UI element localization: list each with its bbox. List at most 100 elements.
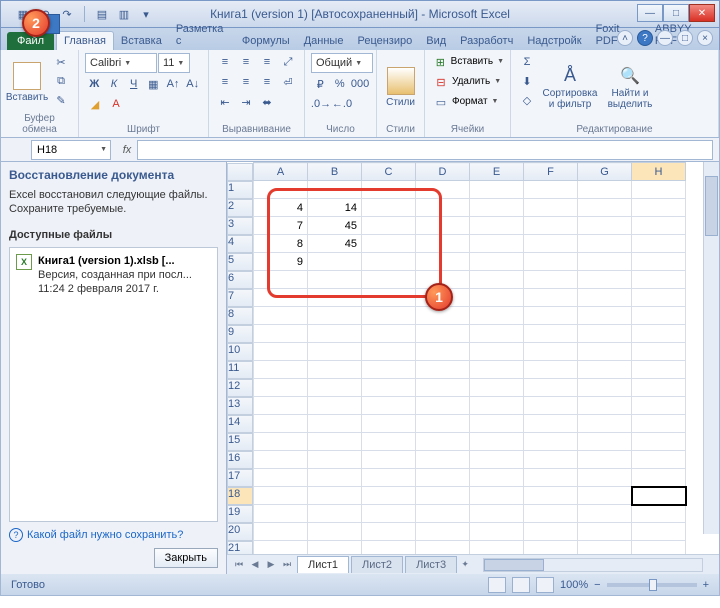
tab-developer[interactable]: Разработч	[453, 32, 520, 50]
group-editing-label: Редактирование	[517, 122, 712, 135]
format-painter-icon[interactable]: ✎	[51, 91, 71, 109]
autosum-icon[interactable]: Σ	[517, 53, 537, 71]
zoom-slider[interactable]	[607, 583, 697, 587]
recovery-message: Excel восстановил следующие файлы.Сохран…	[9, 188, 218, 217]
percent-icon[interactable]: %	[331, 75, 350, 93]
find-select-button[interactable]: 🔍 Найти и выделить	[603, 53, 657, 122]
cell-styles-button[interactable]: Стили	[383, 53, 418, 122]
font-color-icon[interactable]: A	[106, 95, 126, 113]
styles-label: Стили	[386, 97, 415, 108]
font-name-selector[interactable]: Calibri▼	[85, 53, 157, 73]
formula-bar-input[interactable]	[137, 140, 713, 160]
sheet-tab-2[interactable]: Лист2	[351, 556, 403, 573]
align-mid-icon[interactable]: ≡	[236, 53, 256, 71]
delete-cells-button[interactable]: ⊟Удалить▼	[431, 73, 504, 91]
align-right-icon[interactable]: ≡	[257, 73, 277, 91]
tab-review[interactable]: Рецензиро	[350, 32, 419, 50]
new-sheet-icon[interactable]: ✦	[457, 557, 473, 573]
tab-layout[interactable]: Разметка с	[169, 20, 235, 50]
fill-color-icon[interactable]: ◢	[85, 95, 105, 113]
group-cells-label: Ячейки	[431, 122, 504, 135]
minimize-ribbon-icon[interactable]: ˄	[617, 30, 633, 46]
number-format-selector[interactable]: Общий▼	[311, 53, 373, 73]
redo-icon[interactable]: ↷	[59, 6, 75, 22]
delete-cells-icon: ⊟	[431, 73, 451, 91]
status-bar: Готово 100% − +	[0, 574, 720, 596]
recovered-file-time: 11:24 2 февраля 2017 г.	[38, 283, 159, 295]
sheet-tab-1[interactable]: Лист1	[297, 556, 349, 573]
available-files-list: X Книга1 (version 1).xlsb [... Версия, с…	[9, 247, 218, 522]
group-font-label: Шрифт	[85, 122, 202, 135]
tab-data[interactable]: Данные	[297, 32, 351, 50]
border-icon[interactable]: ▦	[144, 75, 163, 93]
view-layout-icon[interactable]	[512, 577, 530, 593]
scrollbar-thumb[interactable]	[484, 559, 544, 571]
workbook-close-icon[interactable]: ×	[697, 30, 713, 46]
zoom-out-icon[interactable]: −	[594, 579, 600, 591]
wrap-text-icon[interactable]: ⏎	[278, 73, 298, 91]
tab-view[interactable]: Вид	[419, 32, 453, 50]
inc-indent-icon[interactable]: ⇥	[236, 93, 256, 111]
slider-thumb[interactable]	[649, 579, 657, 591]
help-icon[interactable]: ?	[637, 30, 653, 46]
fill-icon[interactable]: ⬇	[517, 72, 537, 90]
align-top-icon[interactable]: ≡	[215, 53, 235, 71]
align-bot-icon[interactable]: ≡	[257, 53, 277, 71]
styles-icon	[387, 67, 415, 95]
align-center-icon[interactable]: ≡	[236, 73, 256, 91]
view-break-icon[interactable]	[536, 577, 554, 593]
copy-icon[interactable]: ⧉	[51, 72, 71, 90]
grow-font-icon[interactable]: A↑	[164, 75, 183, 93]
document-recovery-pane: Восстановление документа Excel восстанов…	[1, 162, 227, 574]
sort-filter-button[interactable]: Å Сортировка и фильтр	[541, 53, 599, 122]
italic-icon[interactable]: К	[105, 75, 124, 93]
separator	[84, 6, 85, 22]
qat-icon[interactable]: ▥	[116, 6, 132, 22]
fx-icon[interactable]: fx	[117, 144, 137, 156]
comma-icon[interactable]: 000	[350, 75, 370, 93]
cut-icon[interactable]: ✂	[51, 53, 71, 71]
horizontal-scrollbar[interactable]	[483, 558, 703, 572]
font-size-selector[interactable]: 11▼	[158, 53, 190, 73]
tab-home[interactable]: Главная	[56, 31, 114, 50]
sheet-nav-first-icon[interactable]: ⏮	[231, 557, 247, 573]
zoom-in-icon[interactable]: +	[703, 579, 709, 591]
recovery-close-button[interactable]: Закрыть	[154, 548, 218, 568]
vertical-scrollbar[interactable]	[703, 162, 719, 534]
sheet-nav-prev-icon[interactable]: ◀	[247, 557, 263, 573]
scrollbar-thumb[interactable]	[705, 176, 718, 236]
format-cells-button[interactable]: ▭Формат▼	[431, 93, 504, 111]
ribbon: Вставить ✂ ⧉ ✎ Буфер обмена Calibri▼ 11▼…	[0, 50, 720, 138]
cell-grid[interactable]: ABCDEFGH12414374548455967891011121314151…	[227, 162, 719, 554]
merge-icon[interactable]: ⬌	[257, 93, 277, 111]
underline-icon[interactable]: Ч	[124, 75, 143, 93]
qat-icon[interactable]: ▤	[94, 6, 110, 22]
currency-icon[interactable]: ₽	[311, 75, 330, 93]
align-left-icon[interactable]: ≡	[215, 73, 235, 91]
tab-formulas[interactable]: Формулы	[235, 32, 297, 50]
tab-insert[interactable]: Вставка	[114, 32, 169, 50]
workbook-minimize-icon[interactable]: —	[657, 30, 673, 46]
bold-icon[interactable]: Ж	[85, 75, 104, 93]
insert-cells-button[interactable]: ⊞Вставить▼	[431, 53, 504, 71]
which-file-help-link[interactable]: ? Какой файл нужно сохранить?	[9, 528, 183, 542]
sheet-nav-next-icon[interactable]: ▶	[263, 557, 279, 573]
workbook-restore-icon[interactable]: □	[677, 30, 693, 46]
window-title: Книга1 (version 1) [Автосохраненный] - M…	[210, 7, 510, 21]
recovered-file-item[interactable]: X Книга1 (version 1).xlsb [... Версия, с…	[16, 254, 211, 297]
paste-button[interactable]: Вставить	[7, 53, 47, 111]
dec-decimal-icon[interactable]: ←.0	[332, 95, 352, 113]
ribbon-tabs: Файл Главная Вставка Разметка с Формулы …	[0, 28, 720, 50]
dec-indent-icon[interactable]: ⇤	[215, 93, 235, 111]
sheet-nav-last-icon[interactable]: ⏭	[279, 557, 295, 573]
sheet-tab-3[interactable]: Лист3	[405, 556, 457, 573]
tab-addins[interactable]: Надстройк	[520, 32, 588, 50]
help-question-icon: ?	[9, 528, 23, 542]
clear-icon[interactable]: ◇	[517, 91, 537, 109]
view-normal-icon[interactable]	[488, 577, 506, 593]
name-box[interactable]: H18▼	[31, 140, 111, 160]
orientation-icon[interactable]: ⤢	[278, 53, 298, 71]
inc-decimal-icon[interactable]: .0→	[311, 95, 331, 113]
shrink-font-icon[interactable]: A↓	[183, 75, 202, 93]
qat-dropdown-icon[interactable]: ▾	[138, 6, 154, 22]
